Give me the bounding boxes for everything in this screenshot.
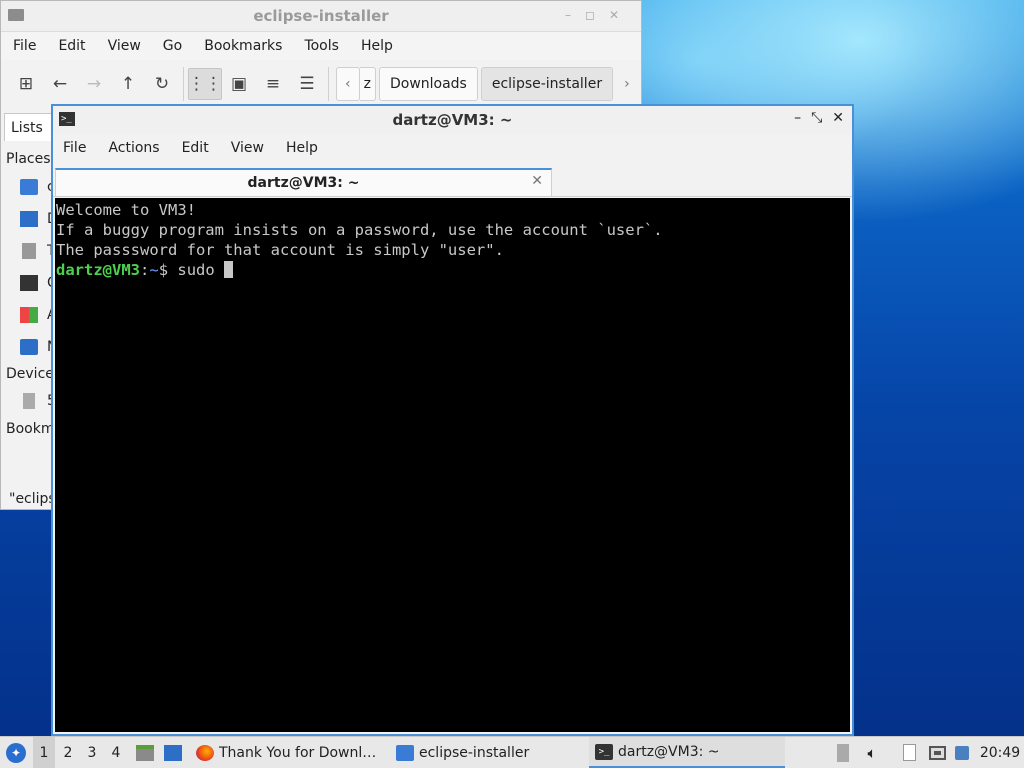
breadcrumb-scroll-left-icon[interactable]: ‹ <box>336 67 360 101</box>
menu-view[interactable]: View <box>97 38 152 54</box>
new-tab-icon[interactable]: ⊞ <box>9 68 43 100</box>
menu-edit[interactable]: Edit <box>171 140 220 156</box>
file-manager-title: eclipse-installer <box>253 7 389 25</box>
file-manager-titlebar[interactable]: eclipse-installer –◻✕ <box>1 1 641 32</box>
task-eclipse-installer[interactable]: eclipse-installer <box>390 737 586 768</box>
compact-view-icon[interactable]: ≡ <box>256 68 290 100</box>
terminal-window[interactable]: >_ dartz@VM3: ~ – ⤡ ✕ File Actions Edit Vi… <box>51 104 854 736</box>
drive-icon[interactable] <box>23 393 35 409</box>
workspace-3[interactable]: 3 <box>81 737 103 768</box>
clipboard-icon[interactable] <box>900 737 918 768</box>
desktop-folder-icon[interactable] <box>20 211 38 227</box>
prompt-user: dartz@VM3 <box>56 261 140 279</box>
task-label: dartz@VM3: ~ <box>618 743 720 760</box>
terminal-tab-label: dartz@VM3: ~ <box>247 175 360 191</box>
icon-view-icon[interactable]: ⋮⋮ <box>188 68 222 100</box>
menu-file[interactable]: File <box>1 38 47 54</box>
menu-help[interactable]: Help <box>275 140 329 156</box>
prompt-path: ~ <box>149 261 159 279</box>
sidebar-bookmarks-heading: Bookm <box>6 421 55 437</box>
command-input[interactable]: sudo <box>177 261 224 279</box>
terminal-menubar: File Actions Edit View Help <box>53 134 852 162</box>
firefox-icon <box>196 744 214 761</box>
menu-bookmarks[interactable]: Bookmarks <box>193 38 293 54</box>
up-arrow-icon[interactable]: ↑ <box>111 68 145 100</box>
task-label: Thank You for Downl… <box>219 744 377 761</box>
status-bar-text: "eclips <box>9 491 56 507</box>
terminal-output[interactable]: Welcome to VM3! If a buggy program insist… <box>55 198 850 732</box>
network-folder-icon[interactable] <box>20 339 38 355</box>
folder-icon <box>396 744 414 761</box>
task-firefox[interactable]: Thank You for Downl… <box>190 737 386 768</box>
applications-icon[interactable] <box>20 307 38 323</box>
minimize-icon[interactable]: – <box>565 8 585 22</box>
eject-icon[interactable] <box>834 737 852 768</box>
toolbar-separator <box>328 67 329 101</box>
sidebar-devices-heading: Device <box>6 366 54 382</box>
menu-tools[interactable]: Tools <box>293 38 350 54</box>
workspace-4[interactable]: 4 <box>105 737 127 768</box>
menu-edit[interactable]: Edit <box>47 38 96 54</box>
reload-icon[interactable]: ↻ <box>145 68 179 100</box>
terminal-line: If a buggy program insists on a password… <box>56 221 663 239</box>
file-manager-toolbar: ⊞ ← → ↑ ↻ ⋮⋮ ▣ ≡ ☰ ‹ z Downloads eclipse… <box>1 60 641 108</box>
task-terminal[interactable]: >_ dartz@VM3: ~ <box>589 737 785 768</box>
update-notifier-icon[interactable] <box>953 737 971 768</box>
volume-icon[interactable]: 🔈︎ <box>862 737 882 768</box>
show-desktop-icon[interactable] <box>162 737 184 768</box>
terminal-tab-bar: dartz@VM3: ~ ✕ <box>53 162 852 197</box>
sidebar-places-heading: Places <box>6 151 51 167</box>
close-icon[interactable]: ✕ <box>609 8 633 22</box>
tab-close-icon[interactable]: ✕ <box>531 173 543 189</box>
clock[interactable]: 20:49 <box>980 737 1020 768</box>
task-label: eclipse-installer <box>419 744 530 761</box>
thumbnail-view-icon[interactable]: ▣ <box>222 68 256 100</box>
file-manager-launcher-icon[interactable] <box>134 737 156 768</box>
network-icon[interactable] <box>927 737 947 768</box>
menu-file[interactable]: File <box>53 140 97 156</box>
terminal-line: The passsword for that account is simply… <box>56 241 504 259</box>
minimize-icon[interactable]: – <box>794 110 801 126</box>
home-folder-icon[interactable] <box>20 179 38 195</box>
maximize-icon[interactable]: ⤡ <box>811 110 822 126</box>
maximize-icon[interactable]: ◻ <box>585 8 609 22</box>
menu-view[interactable]: View <box>220 140 275 156</box>
sidebar-lists-tab[interactable]: Lists <box>4 113 54 141</box>
breadcrumb-item-truncated[interactable]: z <box>359 67 376 101</box>
terminal-icon: >_ <box>595 743 613 760</box>
file-manager-sidebar: Lists Places Device Bookm c D T C A N 5 <box>1 109 58 509</box>
text-cursor <box>224 261 234 278</box>
forward-arrow-icon[interactable]: → <box>77 68 111 100</box>
start-menu-icon[interactable]: ✦ <box>4 737 28 768</box>
window-controls[interactable]: – ⤡ ✕ <box>784 110 844 126</box>
menu-help[interactable]: Help <box>350 38 404 54</box>
toolbar-separator <box>183 67 184 101</box>
terminal-title: dartz@VM3: ~ <box>392 111 513 129</box>
prompt-symbol: $ <box>158 261 178 279</box>
computer-icon[interactable] <box>20 275 38 291</box>
terminal-line: Welcome to VM3! <box>56 201 196 219</box>
detailed-list-view-icon[interactable]: ☰ <box>290 68 324 100</box>
prompt-line: dartz@VM3:~$ sudo <box>56 260 850 280</box>
file-manager-menubar: File Edit View Go Bookmarks Tools Help <box>1 32 641 60</box>
back-arrow-icon[interactable]: ← <box>43 68 77 100</box>
close-icon[interactable]: ✕ <box>832 110 844 126</box>
workspace-2[interactable]: 2 <box>57 737 79 768</box>
taskbar: ✦ 1 2 3 4 Thank You for Downl… eclipse-i… <box>0 736 1024 768</box>
breadcrumb-item-eclipse-installer[interactable]: eclipse-installer <box>480 67 614 101</box>
terminal-tab[interactable]: dartz@VM3: ~ ✕ <box>55 168 552 196</box>
trash-icon[interactable] <box>22 243 36 259</box>
window-controls[interactable]: –◻✕ <box>565 8 633 22</box>
breadcrumb-scroll-right-icon[interactable]: › <box>616 67 638 101</box>
menu-actions[interactable]: Actions <box>97 140 170 156</box>
terminal-titlebar[interactable]: >_ dartz@VM3: ~ – ⤡ ✕ <box>53 106 852 134</box>
breadcrumb-item-downloads[interactable]: Downloads <box>378 67 478 101</box>
workspace-1[interactable]: 1 <box>33 737 55 768</box>
prompt-separator: : <box>140 261 150 279</box>
menu-go[interactable]: Go <box>152 38 193 54</box>
